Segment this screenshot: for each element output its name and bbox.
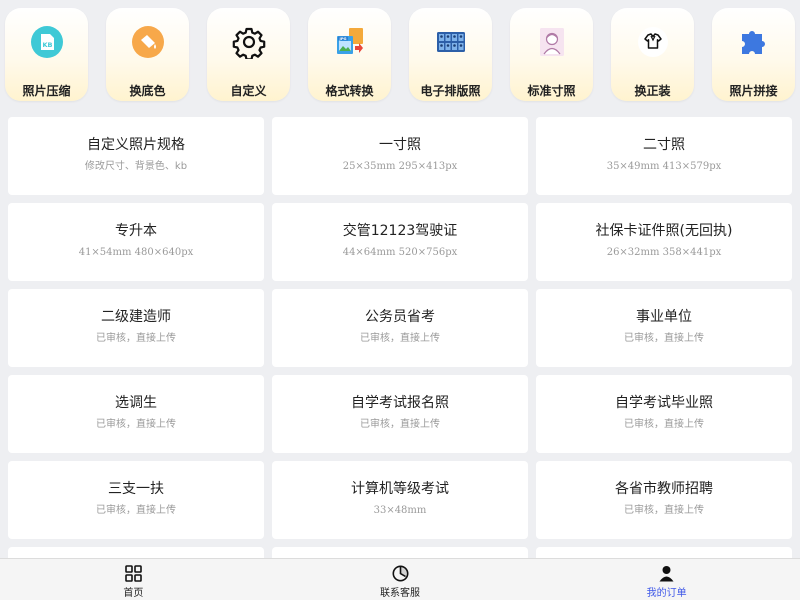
card-title: 二级建造师 — [101, 309, 171, 325]
photo-spec-grid: 自定义照片规格 修改尺寸、背景色、kb 一寸照 25×35mm 295×413p… — [8, 117, 792, 600]
card-title: 自学考试报名照 — [351, 395, 449, 411]
card-subtitle: 已审核，直接上传 — [624, 419, 704, 430]
card-title: 选调生 — [115, 395, 157, 411]
card-subtitle: 41×54mm 480×640px — [78, 247, 194, 258]
tool-photo-layout[interactable]: 电子排版照 — [409, 8, 492, 101]
tool-change-suit[interactable]: 换正装 — [611, 8, 694, 101]
tool-label: 电子排版照 — [420, 84, 481, 98]
card-title: 一寸照 — [379, 137, 421, 153]
tool-label: 换底色 — [129, 84, 166, 98]
card-title: 公务员省考 — [365, 309, 435, 325]
tool-format-convert[interactable]: JPG 格式转换 — [308, 8, 391, 101]
format-convert-icon: JPG — [331, 23, 369, 61]
tool-label: 照片压缩 — [22, 84, 71, 98]
photo-layout-icon — [432, 23, 470, 61]
user-icon — [658, 564, 676, 582]
compress-photo-icon: KB — [28, 23, 66, 61]
spec-card-computer-exam[interactable]: 计算机等级考试 33×48mm — [272, 461, 528, 539]
paint-bucket-icon — [129, 23, 167, 61]
card-title: 自定义照片规格 — [87, 137, 185, 153]
spec-card-custom[interactable]: 自定义照片规格 修改尺寸、背景色、kb — [8, 117, 264, 195]
spec-card-one-inch[interactable]: 一寸照 25×35mm 295×413px — [272, 117, 528, 195]
card-subtitle: 44×64mm 520×756px — [342, 247, 458, 258]
card-subtitle: 26×32mm 358×441px — [606, 247, 722, 258]
tool-photo-splice[interactable]: 照片拼接 — [712, 8, 795, 101]
nav-home[interactable]: 首页 — [0, 559, 267, 600]
card-subtitle: 25×35mm 295×413px — [342, 161, 458, 172]
nav-label: 我的订单 — [646, 588, 687, 599]
shirt-icon — [634, 23, 672, 61]
puzzle-icon — [735, 23, 773, 61]
nav-label: 联系客服 — [380, 588, 420, 599]
card-title: 三支一扶 — [108, 481, 164, 497]
tool-label: 照片拼接 — [729, 84, 778, 98]
tool-label: 标准寸照 — [527, 84, 576, 98]
spec-card-selected-graduate[interactable]: 选调生 已审核，直接上传 — [8, 375, 264, 453]
card-title: 专升本 — [115, 223, 157, 239]
card-title: 各省市教师招聘 — [615, 481, 713, 497]
tool-bar: KB 照片压缩 换底色 自定义 JPG 格式转换 电子排版照 标准寸照 换正装 … — [5, 8, 795, 101]
spec-card-constructor[interactable]: 二级建造师 已审核，直接上传 — [8, 289, 264, 367]
card-subtitle: 已审核，直接上传 — [96, 505, 176, 516]
tool-label: 换正装 — [634, 84, 671, 98]
bottom-nav: 首页 联系客服 我的订单 — [0, 558, 800, 600]
card-subtitle: 已审核，直接上传 — [624, 505, 704, 516]
svg-text:KB: KB — [42, 41, 52, 49]
card-subtitle: 修改尺寸、背景色、kb — [84, 161, 188, 172]
portrait-icon — [533, 23, 571, 61]
card-subtitle: 35×49mm 413×579px — [606, 161, 722, 172]
card-subtitle: 已审核，直接上传 — [96, 419, 176, 430]
spec-card-driver-license[interactable]: 交管12123驾驶证 44×64mm 520×756px — [272, 203, 528, 281]
spec-card-upgrade-exam[interactable]: 专升本 41×54mm 480×640px — [8, 203, 264, 281]
customer-service-icon — [391, 564, 409, 582]
spec-card-two-inch[interactable]: 二寸照 35×49mm 413×579px — [536, 117, 792, 195]
nav-customer-service[interactable]: 联系客服 — [267, 559, 534, 600]
spec-card-self-study-graduation[interactable]: 自学考试毕业照 已审核，直接上传 — [536, 375, 792, 453]
card-subtitle: 已审核，直接上传 — [360, 333, 440, 344]
tool-custom[interactable]: 自定义 — [207, 8, 290, 101]
nav-label: 首页 — [123, 588, 144, 599]
card-subtitle: 33×48mm — [373, 505, 427, 516]
card-title: 自学考试毕业照 — [615, 395, 713, 411]
spec-card-three-supports[interactable]: 三支一扶 已审核，直接上传 — [8, 461, 264, 539]
card-title: 交管12123驾驶证 — [342, 223, 458, 239]
tool-photo-compress[interactable]: KB 照片压缩 — [5, 8, 88, 101]
card-subtitle: 已审核，直接上传 — [624, 333, 704, 344]
spec-card-civil-servant[interactable]: 公务员省考 已审核，直接上传 — [272, 289, 528, 367]
home-grid-icon — [124, 564, 142, 582]
card-subtitle: 已审核，直接上传 — [96, 333, 176, 344]
tool-standard-size-photo[interactable]: 标准寸照 — [510, 8, 593, 101]
card-title: 计算机等级考试 — [351, 481, 449, 497]
spec-card-self-study-registration[interactable]: 自学考试报名照 已审核，直接上传 — [272, 375, 528, 453]
svg-text:JPG: JPG — [338, 37, 346, 41]
spec-card-teacher-recruitment[interactable]: 各省市教师招聘 已审核，直接上传 — [536, 461, 792, 539]
gear-icon — [230, 23, 268, 61]
card-title: 事业单位 — [636, 309, 692, 325]
nav-my-orders[interactable]: 我的订单 — [533, 559, 800, 600]
card-title: 二寸照 — [643, 137, 685, 153]
spec-card-social-security[interactable]: 社保卡证件照(无回执) 26×32mm 358×441px — [536, 203, 792, 281]
app: KB 照片压缩 换底色 自定义 JPG 格式转换 电子排版照 标准寸照 换正装 … — [0, 0, 800, 600]
card-subtitle: 已审核，直接上传 — [360, 419, 440, 430]
tool-change-background[interactable]: 换底色 — [106, 8, 189, 101]
spec-card-public-institution[interactable]: 事业单位 已审核，直接上传 — [536, 289, 792, 367]
tool-label: 自定义 — [230, 84, 267, 98]
tool-label: 格式转换 — [325, 84, 374, 98]
card-title: 社保卡证件照(无回执) — [595, 223, 733, 239]
